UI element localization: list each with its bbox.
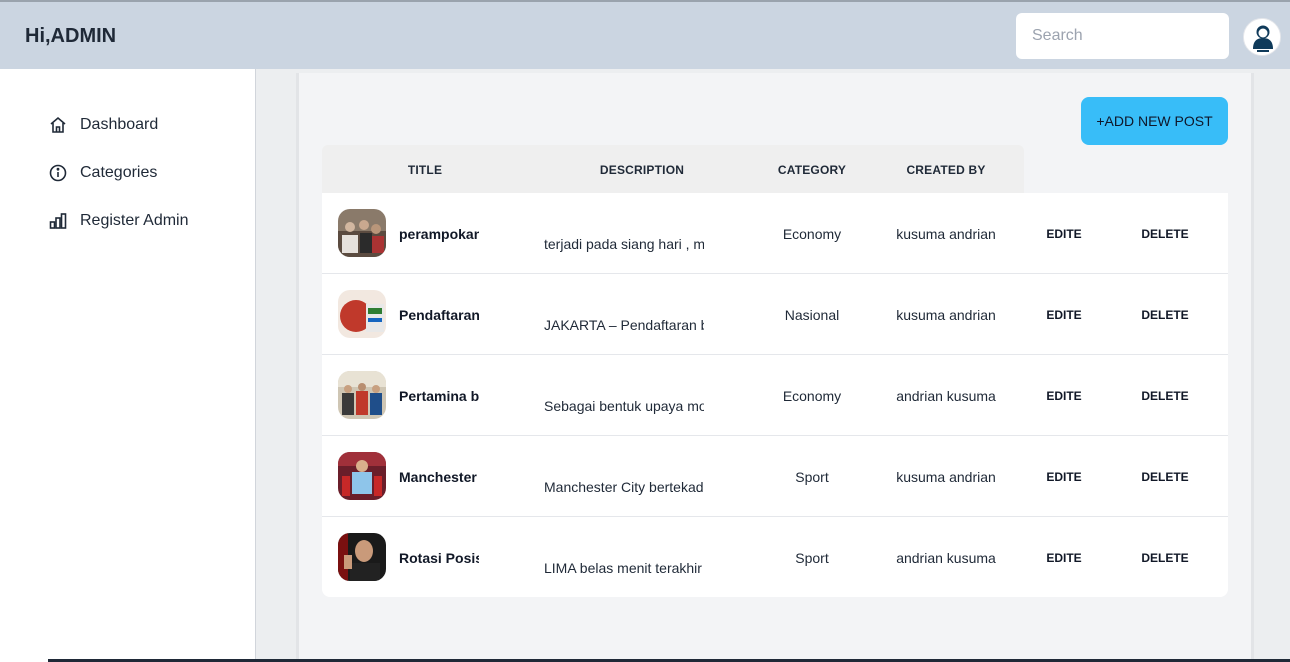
post-description: Sebagai bentuk upaya mo	[544, 398, 704, 414]
edit-button[interactable]: EDITE	[1034, 389, 1094, 403]
column-header-description: DESCRIPTION	[599, 163, 685, 177]
delete-button[interactable]: DELETE	[1135, 308, 1195, 322]
posts-table-body: perampokan terjadi pada siang hari , m E…	[322, 193, 1228, 597]
post-description: JAKARTA – Pendaftaran ba	[544, 317, 704, 333]
table-header: TITLE DESCRIPTION CATEGORY CREATED BY	[322, 145, 1024, 193]
sidebar-item-label: Register Admin	[80, 212, 189, 229]
post-created-by: kusuma andrian	[896, 226, 996, 242]
post-title: Pertamina b	[399, 388, 479, 404]
post-title: Rotasi Posisi	[399, 550, 479, 566]
post-created-by: andrian kusuma	[896, 550, 996, 566]
post-created-by: kusuma andrian	[896, 469, 996, 485]
table-row: Rotasi Posisi LIMA belas menit terakhir …	[322, 517, 1228, 598]
column-header-created-by: CREATED BY	[906, 163, 986, 177]
home-icon	[48, 115, 68, 135]
search-input[interactable]	[1016, 13, 1229, 59]
table-row: Manchester Manchester City bertekad Spor…	[322, 436, 1228, 517]
delete-button[interactable]: DELETE	[1135, 227, 1195, 241]
post-thumbnail	[338, 290, 386, 338]
post-category: Sport	[795, 469, 829, 485]
top-bar: Hi,ADMIN	[0, 0, 1290, 69]
sidebar-item-label: Dashboard	[80, 116, 159, 133]
table-row: perampokan terjadi pada siang hari , m E…	[322, 193, 1228, 274]
post-description: LIMA belas menit terakhir	[544, 560, 702, 576]
edit-button[interactable]: EDITE	[1034, 308, 1094, 322]
column-header-title: TITLE	[407, 163, 443, 177]
post-thumbnail	[338, 533, 386, 581]
post-description: terjadi pada siang hari , m	[544, 236, 704, 252]
greeting-title: Hi,ADMIN	[25, 25, 117, 47]
sidebar-item-categories[interactable]: Categories	[48, 161, 157, 185]
info-icon	[48, 163, 68, 183]
post-created-by: kusuma andrian	[896, 307, 996, 323]
table-row: Pertamina b Sebagai bentuk upaya mo Econ…	[322, 355, 1228, 436]
bar-chart-icon	[48, 211, 68, 231]
post-created-by: andrian kusuma	[896, 388, 996, 404]
post-title: perampokan	[399, 226, 479, 242]
sidebar-item-dashboard[interactable]: Dashboard	[48, 113, 158, 137]
edit-button[interactable]: EDITE	[1034, 470, 1094, 484]
post-thumbnail	[338, 209, 386, 257]
add-new-post-button[interactable]: +ADD NEW POST	[1081, 97, 1228, 145]
post-category: Sport	[795, 550, 829, 566]
post-category: Economy	[782, 226, 842, 242]
post-thumbnail	[338, 452, 386, 500]
post-thumbnail	[338, 371, 386, 419]
post-title: Pendaftaran	[399, 307, 479, 323]
post-category: Economy	[782, 388, 842, 404]
sidebar-item-label: Categories	[80, 164, 158, 181]
post-category: Nasional	[784, 307, 840, 323]
sidebar-item-register-admin[interactable]: Register Admin	[48, 209, 189, 233]
column-header-category: CATEGORY	[777, 163, 847, 177]
delete-button[interactable]: DELETE	[1135, 389, 1195, 403]
edit-button[interactable]: EDITE	[1034, 227, 1094, 241]
sidebar: Dashboard Categories Register Admin	[0, 69, 256, 662]
delete-button[interactable]: DELETE	[1135, 470, 1195, 484]
post-title: Manchester	[399, 469, 477, 485]
delete-button[interactable]: DELETE	[1135, 551, 1195, 565]
edit-button[interactable]: EDITE	[1034, 551, 1094, 565]
table-row: Pendaftaran JAKARTA – Pendaftaran ba Nas…	[322, 274, 1228, 355]
post-description: Manchester City bertekad	[544, 479, 704, 495]
admin-avatar-icon[interactable]	[1243, 18, 1281, 56]
